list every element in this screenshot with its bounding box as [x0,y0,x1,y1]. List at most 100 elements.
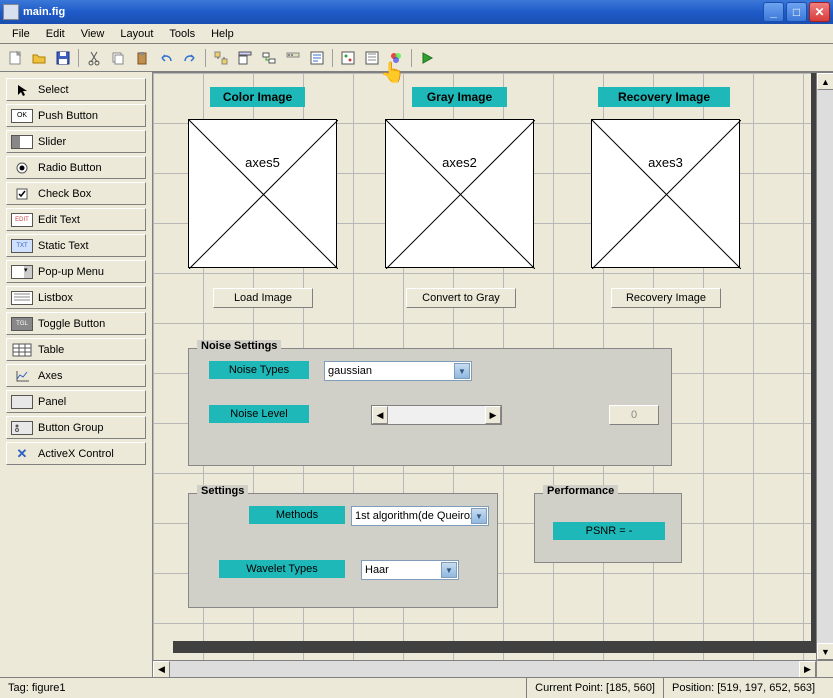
noise-types-dropdown[interactable]: gaussian ▼ [324,361,472,381]
palette-static-text[interactable]: TXTStatic Text [6,234,146,257]
convert-gray-button[interactable]: Convert to Gray [406,288,516,308]
color-palette-icon[interactable] [385,47,407,69]
redo-icon[interactable] [179,47,201,69]
button-group-icon [11,421,33,435]
tab-order-icon[interactable] [258,47,280,69]
palette-slider-label: Slider [38,136,66,148]
axes3[interactable]: axes3 [591,119,740,268]
palette-select[interactable]: Select [6,78,146,101]
app-icon [3,4,19,20]
palette-toggle-button[interactable]: TGLToggle Button [6,312,146,335]
methods-dropdown[interactable]: 1st algorithm(de Queiroz & ... ▼ [351,506,489,526]
minimize-button[interactable]: _ [763,2,784,22]
axes3-label: axes3 [648,155,683,170]
performance-panel[interactable]: Performance PSNR = - [534,493,682,563]
scroll-left-icon[interactable]: ◀ [153,661,170,677]
palette-button-group-label: Button Group [38,422,103,434]
palette-push-button-label: Push Button [38,110,98,122]
dropdown-arrow-icon: ▼ [441,562,457,578]
palette-table[interactable]: Table [6,338,146,361]
palette-activex-label: ActiveX Control [38,448,114,460]
axes5-label: axes5 [245,155,280,170]
copy-icon[interactable] [107,47,129,69]
palette-slider[interactable]: Slider [6,130,146,153]
axes5[interactable]: axes5 [188,119,337,268]
methods-label: Methods [249,506,345,524]
table-icon [11,343,33,357]
load-image-button[interactable]: Load Image [213,288,313,308]
menu-file[interactable]: File [4,26,38,42]
menu-editor-icon[interactable] [234,47,256,69]
new-icon[interactable] [4,47,26,69]
slider-right-arrow[interactable]: ▶ [485,406,501,424]
scroll-down-icon[interactable]: ▼ [817,643,833,660]
menu-help[interactable]: Help [203,26,242,42]
palette-panel-label: Panel [38,396,66,408]
popup-icon: ▾ [11,265,33,279]
palette-push-button[interactable]: OK Push Button [6,104,146,127]
palette-popup-menu[interactable]: ▾ Pop-up Menu [6,260,146,283]
palette-axes[interactable]: Axes [6,364,146,387]
menu-tools[interactable]: Tools [161,26,203,42]
toolbar: 👆 [0,44,833,72]
palette-listbox[interactable]: Listbox [6,286,146,309]
palette-panel[interactable]: Panel [6,390,146,413]
horizontal-scrollbar[interactable]: ◀ ▶ [153,660,833,677]
palette-select-label: Select [38,84,69,96]
palette-toggle-label: Toggle Button [38,318,105,330]
palette-listbox-label: Listbox [38,292,73,304]
menu-layout[interactable]: Layout [112,26,161,42]
canvas-edge-bottom [173,641,823,653]
palette-radio-button[interactable]: Radio Button [6,156,146,179]
performance-title: Performance [543,485,618,497]
palette-table-label: Table [38,344,64,356]
save-icon[interactable] [52,47,74,69]
align-icon[interactable] [210,47,232,69]
palette-checkbox-label: Check Box [38,188,91,200]
slider-left-arrow[interactable]: ◀ [372,406,388,424]
cut-icon[interactable] [83,47,105,69]
status-current-point: Current Point: [185, 560] [526,678,663,698]
palette-check-box[interactable]: Check Box [6,182,146,205]
palette-popup-label: Pop-up Menu [38,266,104,278]
menu-view[interactable]: View [73,26,113,42]
static-text-icon: TXT [11,239,33,253]
editor-icon[interactable] [306,47,328,69]
noise-level-value[interactable]: 0 [609,405,659,425]
noise-settings-panel[interactable]: Noise Settings Noise Types gaussian ▼ No… [188,348,672,466]
object-browser-icon[interactable] [337,47,359,69]
radio-icon [11,161,33,175]
settings-panel[interactable]: Settings Methods 1st algorithm(de Queiro… [188,493,498,608]
palette-edit-text-label: Edit Text [38,214,80,226]
open-icon[interactable] [28,47,50,69]
vertical-scrollbar[interactable]: ▲ ▼ [816,73,833,660]
maximize-button[interactable]: □ [786,2,807,22]
window-title: main.fig [23,6,763,18]
property-inspector-icon[interactable] [361,47,383,69]
push-button-icon: OK [11,109,33,123]
undo-icon[interactable] [155,47,177,69]
component-palette: Select OK Push Button Slider Radio Button… [0,72,152,677]
close-button[interactable]: ✕ [809,2,830,22]
toolbar-editor-icon[interactable] [282,47,304,69]
palette-edit-text[interactable]: EDITEdit Text [6,208,146,231]
wavelet-types-dropdown[interactable]: Haar ▼ [361,560,459,580]
run-icon[interactable] [416,47,438,69]
titlebar: main.fig _ □ ✕ [0,0,833,24]
paste-icon[interactable] [131,47,153,69]
recovery-image-label: Recovery Image [598,87,730,107]
palette-axes-label: Axes [38,370,62,382]
axes2[interactable]: axes2 [385,119,534,268]
recovery-image-button[interactable]: Recovery Image [611,288,721,308]
noise-level-label: Noise Level [209,405,309,423]
menu-edit[interactable]: Edit [38,26,73,42]
scroll-up-icon[interactable]: ▲ [817,73,833,90]
noise-level-slider[interactable]: ◀ ▶ [371,405,502,425]
panel-icon [11,395,33,409]
scroll-right-icon[interactable]: ▶ [799,661,816,677]
palette-activex[interactable]: ✕ActiveX Control [6,442,146,465]
palette-button-group[interactable]: Button Group [6,416,146,439]
wavelet-value: Haar [365,564,389,576]
design-canvas[interactable]: Color Image Gray Image Recovery Image ax… [153,73,833,673]
checkbox-icon [11,187,33,201]
